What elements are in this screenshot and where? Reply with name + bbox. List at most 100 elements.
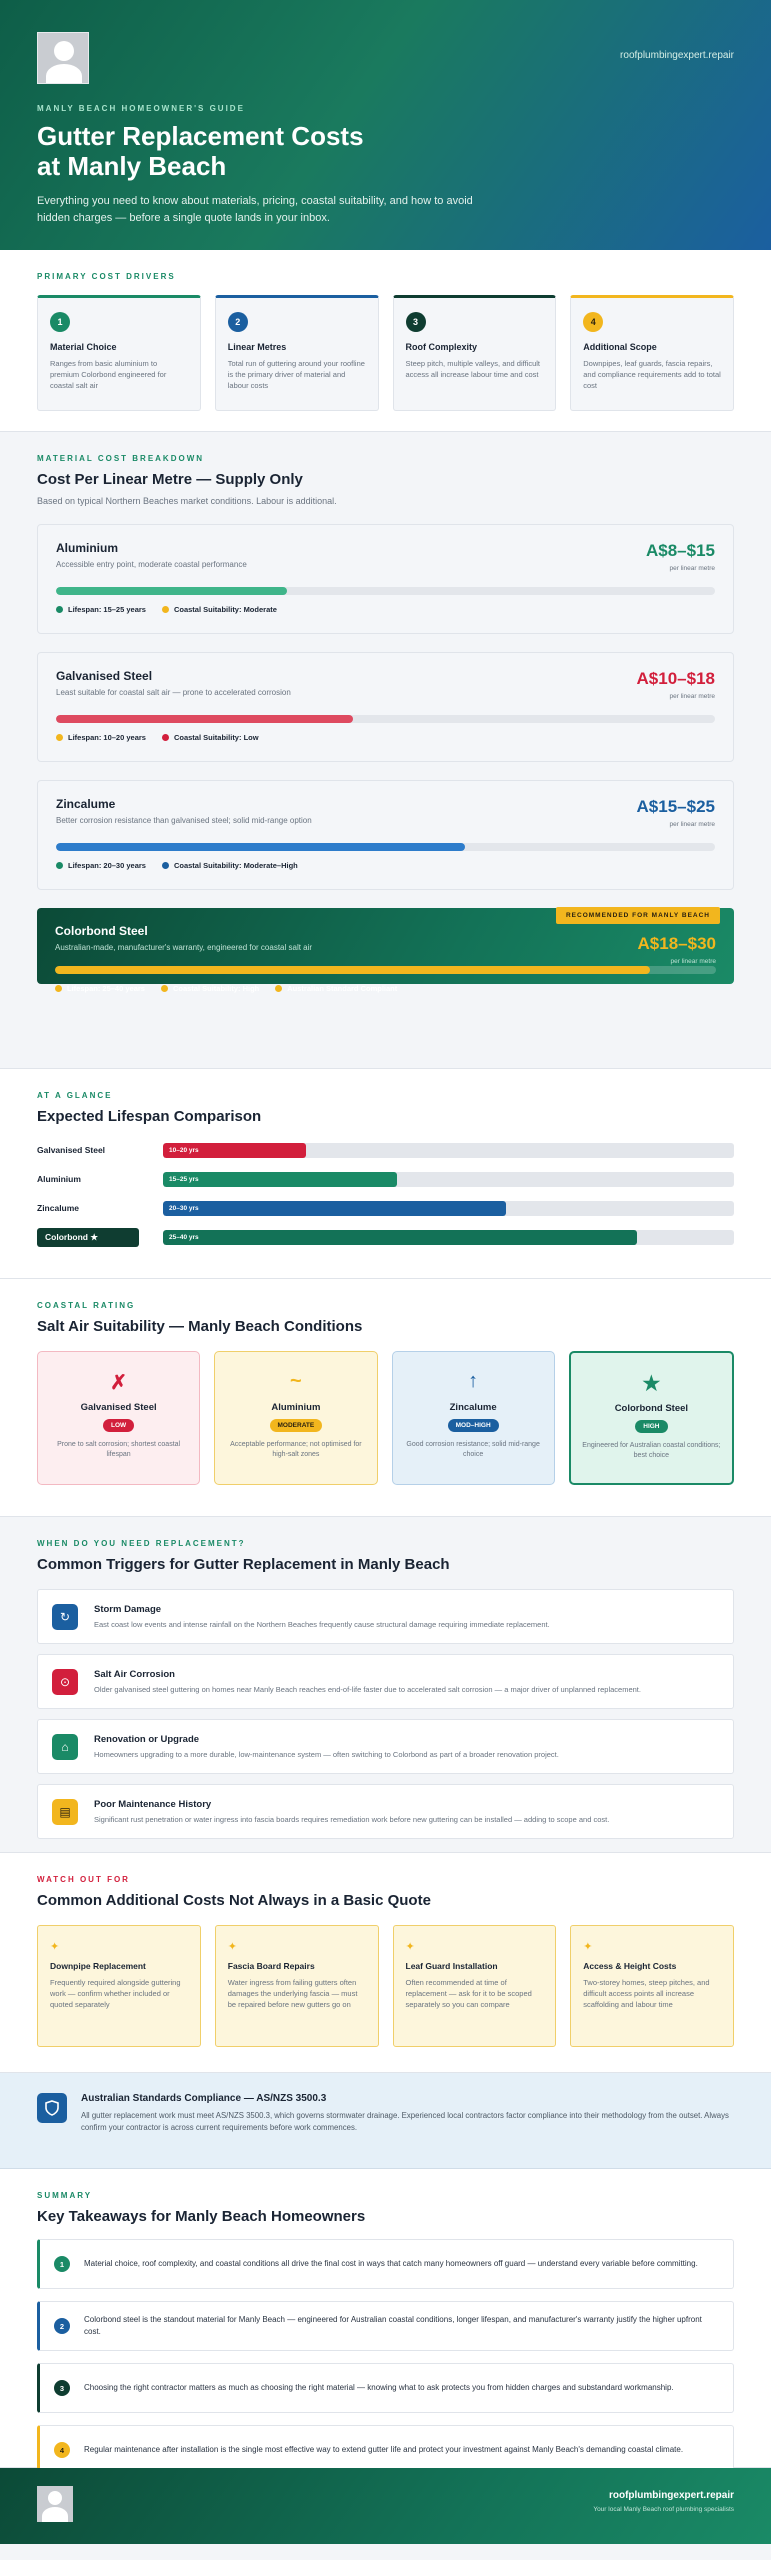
- lifespan-label: Colorbond ★: [37, 1227, 139, 1247]
- takeaways-list: 1 Material choice, roof complexity, and c…: [37, 2239, 734, 2475]
- tag-dot: [56, 734, 63, 741]
- salt-title: Salt Air Suitability — Manly Beach Condi…: [37, 1318, 363, 1335]
- tag-dot: [160, 985, 168, 992]
- footer: roofplumbingexpert.repair Your local Man…: [0, 2468, 771, 2544]
- material-card: Zincalume Better corrosion resistance tha…: [37, 780, 734, 890]
- avatar: [37, 32, 89, 84]
- compliance-banner: Australian Standards Compliance — AS/NZS…: [0, 2073, 771, 2169]
- lifespan-eyebrow: AT A GLANCE: [37, 1091, 113, 1100]
- takeaway-text: Choosing the right contractor matters as…: [84, 2383, 674, 2392]
- salt-name: Zincalume: [449, 1402, 497, 1413]
- footer-site-url[interactable]: roofplumbingexpert.repair: [593, 2490, 734, 2501]
- salt-name: Galvanised Steel: [80, 1402, 157, 1413]
- triggers-section: WHEN DO YOU NEED REPLACEMENT? Common Tri…: [0, 1517, 771, 1853]
- material-bar: [56, 587, 715, 595]
- takeaway-text: Regular maintenance after installation i…: [84, 2445, 684, 2454]
- salt-section: COASTAL RATING Salt Air Suitability — Ma…: [0, 1279, 771, 1517]
- trigger-desc: Significant rust penetration or water in…: [94, 1815, 610, 1824]
- hero-intro: Everything you need to know about materi…: [37, 195, 473, 224]
- material-unit: per linear metre: [669, 693, 715, 700]
- suitability-tag: Coastal Suitability: High: [160, 984, 259, 993]
- trigger-title: Renovation or Upgrade: [94, 1734, 200, 1745]
- step-number: 3: [54, 2380, 70, 2396]
- extra-title: Leaf Guard Installation: [405, 1961, 498, 1971]
- salt-card: ★ Colorbond Steel HIGH Engineered for Austr…: [568, 1351, 734, 1485]
- lifespan-row: Galvanised Steel 10–20 yrs: [37, 1141, 734, 1159]
- site-url[interactable]: roofplumbingexpert.repair: [620, 50, 734, 61]
- trigger-icon: ⊙: [52, 1668, 78, 1695]
- takeaway-item: 3 Choosing the right contractor matters a…: [37, 2363, 734, 2413]
- extra-title: Fascia Board Repairs: [227, 1961, 315, 1971]
- lifespan-fill: 20–30 yrs: [163, 1200, 506, 1216]
- trigger-title: Storm Damage: [94, 1604, 162, 1615]
- extras-title: Common Additional Costs Not Always in a …: [37, 1892, 431, 1909]
- step-number: 4: [583, 312, 604, 332]
- summary-eyebrow: SUMMARY: [37, 2191, 93, 2200]
- driver-desc: Steep pitch, multiple valleys, and diffi…: [405, 359, 541, 379]
- rating-pill: HIGH: [635, 1420, 668, 1433]
- lifespan-label: Zincalume: [37, 1203, 80, 1213]
- salt-desc: Engineered for Australian coastal condit…: [582, 1442, 721, 1459]
- salt-desc: Acceptable performance; not optimised fo…: [230, 1441, 362, 1458]
- trigger-icon: ⌂: [52, 1733, 78, 1760]
- takeaway-item: 1 Material choice, roof complexity, and c…: [37, 2239, 734, 2289]
- extras-section: WATCH OUT FOR Common Additional Costs No…: [0, 1853, 771, 2073]
- material-name: Zincalume: [56, 797, 116, 811]
- triggers-list: ↻ Storm Damage East coast low events and i…: [37, 1589, 734, 1839]
- material-tags: Lifespan: 15–25 years Coastal Suitability…: [56, 605, 715, 614]
- lifespan-tag: Lifespan: 25–40 years: [55, 984, 145, 993]
- material-tags: Lifespan: 10–20 years Coastal Suitability…: [56, 733, 715, 742]
- driver-card: 2 Linear Metres Total run of guttering aro…: [214, 295, 379, 411]
- material-unit: per linear metre: [670, 958, 716, 965]
- materials-section: MATERIAL COST BREAKDOWN Cost Per Linear …: [0, 432, 771, 1069]
- driver-card: 3 Roof Complexity Steep pitch, multiple va…: [392, 295, 557, 411]
- sparkle-icon: ✦: [583, 1941, 593, 1953]
- driver-card: 1 Material Choice Ranges from basic alumin…: [37, 295, 201, 411]
- lifespan-label: Aluminium: [37, 1174, 81, 1184]
- takeaway-item: 2 Colorbond steel is the standout materia…: [37, 2301, 734, 2351]
- triggers-eyebrow: WHEN DO YOU NEED REPLACEMENT?: [37, 1539, 246, 1548]
- material-tags: Lifespan: 25–40 years Coastal Suitabilit…: [55, 984, 716, 993]
- shield-icon: [37, 2093, 67, 2123]
- trigger-desc: Older galvanised steel guttering on home…: [94, 1685, 641, 1694]
- salt-desc: Prone to salt corrosion; shortest coasta…: [57, 1441, 181, 1458]
- step-number: 2: [227, 312, 248, 332]
- extras-list: ✦ Downpipe Replacement Frequently required…: [37, 1925, 734, 2047]
- driver-desc: Total run of guttering around your roofl…: [227, 359, 365, 390]
- avatar: [37, 2486, 73, 2522]
- trigger-desc: East coast low events and intense rainfa…: [94, 1620, 550, 1629]
- suitability-tag: Coastal Suitability: Moderate–High: [161, 861, 298, 870]
- rating-icon: ✗: [110, 1372, 127, 1394]
- salt-eyebrow: COASTAL RATING: [37, 1301, 136, 1310]
- extra-cost-card: ✦ Leaf Guard Installation Often recommende…: [392, 1925, 557, 2047]
- trigger-icon: ↻: [52, 1603, 78, 1630]
- extra-desc: Often recommended at time of replacement…: [405, 1978, 532, 2009]
- rating-pill: LOW: [103, 1419, 135, 1432]
- hero-eyebrow: MANLY BEACH HOMEOWNER'S GUIDE: [37, 104, 245, 113]
- lifespan-track: 15–25 yrs: [163, 1171, 734, 1187]
- step-number: 3: [405, 312, 426, 332]
- trigger-item: ▤ Poor Maintenance History Significant rus…: [37, 1784, 734, 1839]
- salt-name: Aluminium: [271, 1402, 321, 1413]
- lifespan-track: 25–40 yrs: [163, 1229, 734, 1245]
- cost-drivers-section: PRIMARY COST DRIVERS 1 Material Choice Ran…: [0, 250, 771, 432]
- material-bar-fill: [56, 715, 353, 723]
- tag-dot: [275, 985, 283, 992]
- driver-desc: Ranges from basic aluminium to premium C…: [50, 359, 167, 390]
- salt-card: ↑ Zincalume MOD–HIGH Good corrosion resista…: [391, 1351, 555, 1485]
- drivers-list: 1 Material Choice Ranges from basic alumin…: [37, 295, 734, 411]
- material-card: Galvanised Steel Least suitable for coast…: [37, 652, 734, 762]
- recommended-badge: RECOMMENDED FOR MANLY BEACH: [555, 907, 720, 924]
- rating-icon: ↑: [468, 1370, 479, 1392]
- extra-desc: Two-storey homes, steep pitches, and dif…: [583, 1978, 710, 2009]
- driver-title: Roof Complexity: [405, 342, 478, 352]
- trigger-item: ⌂ Renovation or Upgrade Homeowners upgradi…: [37, 1719, 734, 1774]
- material-price: A$18–$30: [637, 934, 716, 953]
- suitability-tag: Coastal Suitability: Low: [161, 733, 259, 742]
- salt-card: ✗ Galvanised Steel LOW Prone to salt corros…: [37, 1351, 201, 1485]
- extra-title: Access & Height Costs: [583, 1961, 677, 1971]
- lifespan-fill: 10–20 yrs: [163, 1142, 306, 1158]
- lifespan-title: Expected Lifespan Comparison: [37, 1108, 262, 1125]
- trigger-item: ⊙ Salt Air Corrosion Older galvanised stee…: [37, 1654, 734, 1709]
- lifespan-tag: Lifespan: 15–25 years: [56, 605, 146, 614]
